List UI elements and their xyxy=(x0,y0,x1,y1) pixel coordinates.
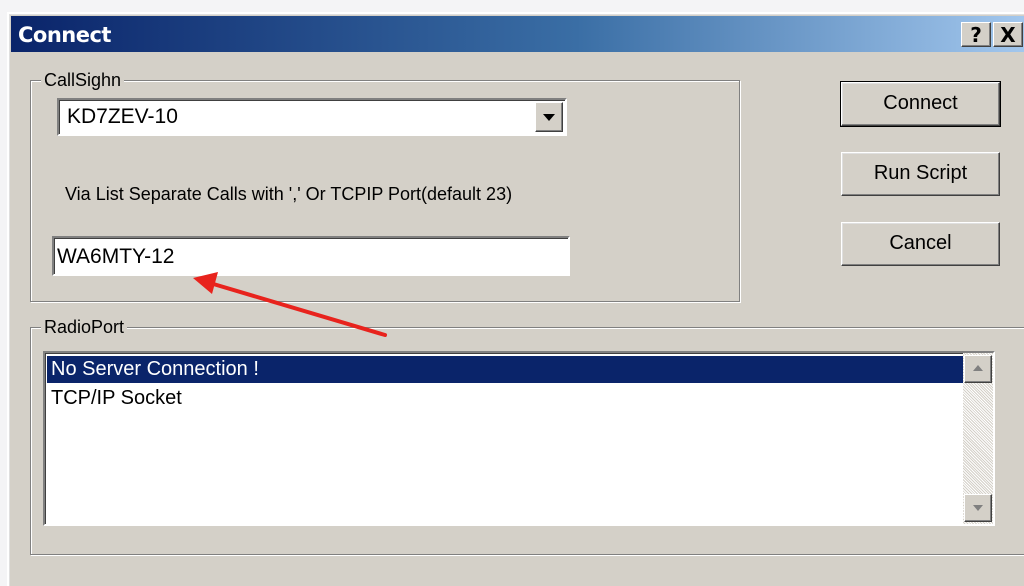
help-icon[interactable]: ? xyxy=(961,22,991,47)
title-bar[interactable]: Connect ? X xyxy=(11,16,1024,52)
scroll-up-icon[interactable] xyxy=(964,355,992,383)
list-item[interactable]: TCP/IP Socket xyxy=(47,385,967,412)
radioport-listbox[interactable]: No Server Connection ! TCP/IP Socket xyxy=(43,351,995,526)
chevron-down-icon[interactable] xyxy=(535,102,563,132)
listbox-scrollbar[interactable] xyxy=(963,353,993,524)
callsign-legend: CallSighn xyxy=(41,69,125,91)
run-script-button[interactable]: Run Script xyxy=(841,152,1000,196)
via-list-value: WA6MTY-12 xyxy=(57,245,175,268)
callsign-value: KD7ZEV-10 xyxy=(67,105,178,128)
close-icon[interactable]: X xyxy=(993,22,1023,47)
via-list-input[interactable]: WA6MTY-12 xyxy=(52,236,570,276)
scroll-down-icon[interactable] xyxy=(964,494,992,522)
radioport-legend: RadioPort xyxy=(41,316,128,338)
via-list-label: Via List Separate Calls with ',' Or TCPI… xyxy=(65,184,513,204)
connect-button[interactable]: Connect xyxy=(840,81,1001,127)
list-item[interactable]: No Server Connection ! xyxy=(47,356,967,383)
callsign-combobox[interactable]: KD7ZEV-10 xyxy=(57,98,567,136)
screenshot-frame: Connect ? X CallSighn KD7ZEV-10 Via List… xyxy=(0,0,1024,586)
cancel-button[interactable]: Cancel xyxy=(841,222,1000,266)
window-title: Connect xyxy=(18,23,111,47)
